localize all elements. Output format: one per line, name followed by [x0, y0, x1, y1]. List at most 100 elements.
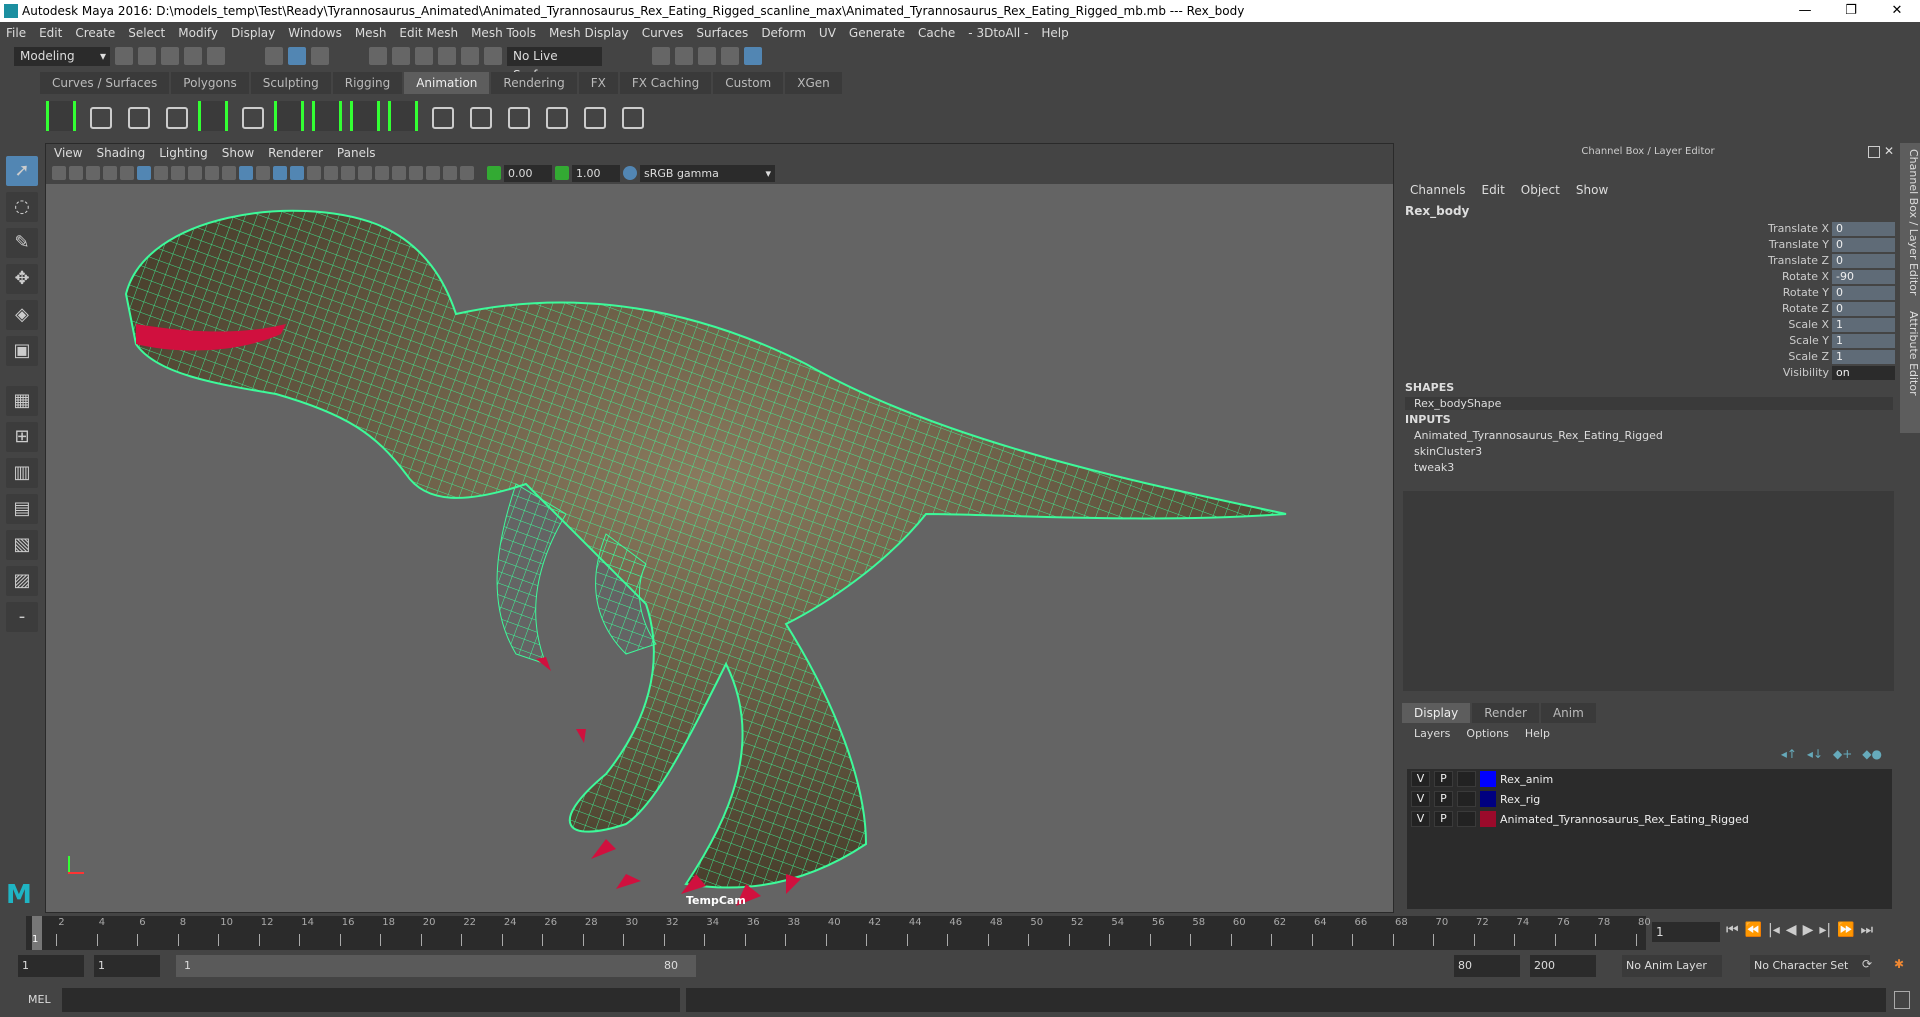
wireframe-icon[interactable] — [222, 166, 236, 180]
bind-skin-icon[interactable] — [388, 101, 418, 131]
select-object-icon[interactable] — [288, 47, 306, 65]
paint-select-icon[interactable]: ✎ — [6, 228, 38, 258]
display-type-toggle[interactable] — [1457, 811, 1476, 827]
play-backward-icon[interactable]: ◀ — [1786, 922, 1797, 938]
wireframe-on-shaded-icon[interactable] — [273, 166, 287, 180]
snap-surface-icon[interactable] — [461, 47, 479, 65]
anim-start-field[interactable]: 1 — [94, 955, 160, 977]
channel-value-field[interactable]: 0 — [1832, 302, 1895, 317]
layer-menu-item[interactable]: Options — [1466, 727, 1508, 740]
channel-menu-item[interactable]: Channels — [1410, 183, 1466, 197]
play-forward-icon[interactable]: ▶ — [1803, 922, 1814, 938]
grid-icon[interactable] — [120, 166, 134, 180]
time-slider[interactable]: 2 4 6 8 10 12 14 16 18 20 22 24 26 28 30 32 34 36 38 40 42 44… — [26, 916, 1651, 950]
current-time-marker[interactable]: 1 — [32, 916, 42, 950]
select-tool-icon[interactable]: ➚ — [6, 156, 38, 186]
shelf-tab[interactable]: Sculpting — [250, 72, 331, 94]
render-frame-icon[interactable] — [675, 47, 693, 65]
menu-item[interactable]: Display — [231, 26, 275, 40]
step-back-icon[interactable]: ⏪ — [1745, 922, 1762, 938]
go-to-start-icon[interactable]: ⏮ — [1726, 922, 1739, 938]
pole-vector-constraint-icon[interactable] — [616, 101, 646, 131]
shelf-tab[interactable]: Curves / Surfaces — [40, 72, 170, 94]
range-slider[interactable]: 1 80 — [176, 955, 696, 977]
display-type-toggle[interactable] — [1457, 791, 1476, 807]
channel-value-field[interactable]: 0 — [1832, 286, 1895, 301]
menu-item[interactable]: Edit — [39, 26, 62, 40]
exposure-field[interactable]: 0.00 — [504, 164, 552, 182]
redo-icon[interactable] — [207, 47, 225, 65]
menu-item[interactable]: File — [6, 26, 26, 40]
menu-item[interactable]: Edit Mesh — [399, 26, 458, 40]
shelf-tab[interactable]: Rendering — [491, 72, 577, 94]
joint-tool-icon[interactable] — [236, 101, 266, 131]
new-scene-icon[interactable] — [115, 47, 133, 65]
shelf-tab[interactable]: Animation — [404, 72, 490, 94]
gamma-field[interactable]: 1.00 — [572, 164, 620, 182]
viewport-menu-item[interactable]: Panels — [337, 146, 376, 160]
move-layer-up-icon[interactable]: ◂↑ — [1781, 747, 1797, 761]
smooth-shade-icon[interactable] — [239, 166, 253, 180]
layer-row[interactable]: V P Rex_anim — [1407, 769, 1892, 789]
xray-icon[interactable] — [426, 166, 440, 180]
field-chart-icon[interactable] — [188, 166, 202, 180]
range-start-field[interactable]: 1 — [18, 955, 84, 977]
antialiasing-icon[interactable] — [375, 166, 389, 180]
channel-value-field[interactable]: -90 — [1832, 270, 1895, 285]
channel-value-field[interactable]: 0 — [1832, 254, 1895, 269]
trex-model[interactable] — [46, 184, 1393, 912]
auto-key-icon[interactable]: ⟳ — [1862, 957, 1872, 971]
select-hierarchy-icon[interactable] — [265, 47, 283, 65]
layer-menu-item[interactable]: Layers — [1414, 727, 1450, 740]
anim-layer-dropdown[interactable]: No Anim Layer — [1622, 955, 1722, 977]
shadows-icon[interactable] — [324, 166, 338, 180]
channel-value-field[interactable]: 0 — [1832, 222, 1895, 237]
menu-item[interactable]: Windows — [288, 26, 342, 40]
script-editor-icon[interactable] — [1894, 991, 1910, 1009]
playblast-icon[interactable] — [46, 101, 76, 131]
exposure-icon[interactable] — [487, 166, 501, 180]
step-forward-icon[interactable]: ⏩ — [1837, 922, 1854, 938]
rotate-tool-icon[interactable]: ◈ — [6, 300, 38, 330]
menu-item[interactable]: Select — [128, 26, 165, 40]
visibility-toggle[interactable]: V — [1411, 791, 1430, 807]
layer-menu-item[interactable]: Help — [1525, 727, 1550, 740]
viewport-menu-item[interactable]: Show — [222, 146, 254, 160]
layer-tab[interactable]: Display — [1402, 703, 1471, 723]
playback-toggle[interactable]: P — [1434, 771, 1453, 787]
step-back-key-icon[interactable]: |◂ — [1768, 922, 1780, 938]
viewport-menu-item[interactable]: Lighting — [159, 146, 208, 160]
layer-color-swatch[interactable] — [1480, 791, 1496, 807]
channel-value-field[interactable]: 1 — [1832, 334, 1895, 349]
shelf-tab[interactable]: Rigging — [332, 72, 403, 94]
film-gate-icon[interactable] — [137, 166, 151, 180]
snap-live-icon[interactable] — [484, 47, 502, 65]
bookmark-icon[interactable] — [86, 166, 100, 180]
insert-joint-icon[interactable] — [274, 101, 304, 131]
lasso-tool-icon[interactable]: ◌ — [6, 192, 38, 222]
menu-item[interactable]: Deform — [761, 26, 806, 40]
isolate-select-icon[interactable] — [409, 166, 423, 180]
new-layer-selected-icon[interactable]: ◆● — [1862, 747, 1882, 761]
hypershade-layout-icon[interactable]: ▨ — [6, 566, 38, 596]
layer-row[interactable]: V P Rex_rig — [1407, 789, 1892, 809]
menu-item[interactable]: Curves — [642, 26, 684, 40]
hypershade-icon[interactable] — [744, 47, 762, 65]
channel-value-field[interactable]: 0 — [1832, 238, 1895, 253]
dope-sheet-icon[interactable] — [122, 101, 152, 131]
color-space-dropdown[interactable]: sRGB gamma ▾ — [640, 164, 775, 182]
move-layer-down-icon[interactable]: ◂↓ — [1807, 747, 1823, 761]
float-panel-icon[interactable] — [1868, 146, 1880, 158]
scale-constraint-icon[interactable] — [540, 101, 570, 131]
menu-item[interactable]: Help — [1041, 26, 1068, 40]
safe-action-icon[interactable] — [205, 166, 219, 180]
move-tool-icon[interactable]: ✥ — [6, 264, 38, 294]
visibility-toggle[interactable]: V — [1411, 811, 1430, 827]
resolution-gate-icon[interactable] — [154, 166, 168, 180]
menu-item[interactable]: Modify — [178, 26, 218, 40]
menu-item[interactable]: - 3DtoAll - — [968, 26, 1028, 40]
camera-attributes-icon[interactable] — [69, 166, 83, 180]
step-forward-key-icon[interactable]: ▸| — [1819, 922, 1831, 938]
shelf-tab[interactable]: Custom — [713, 72, 784, 94]
current-frame-field[interactable]: 1 — [1652, 922, 1720, 942]
